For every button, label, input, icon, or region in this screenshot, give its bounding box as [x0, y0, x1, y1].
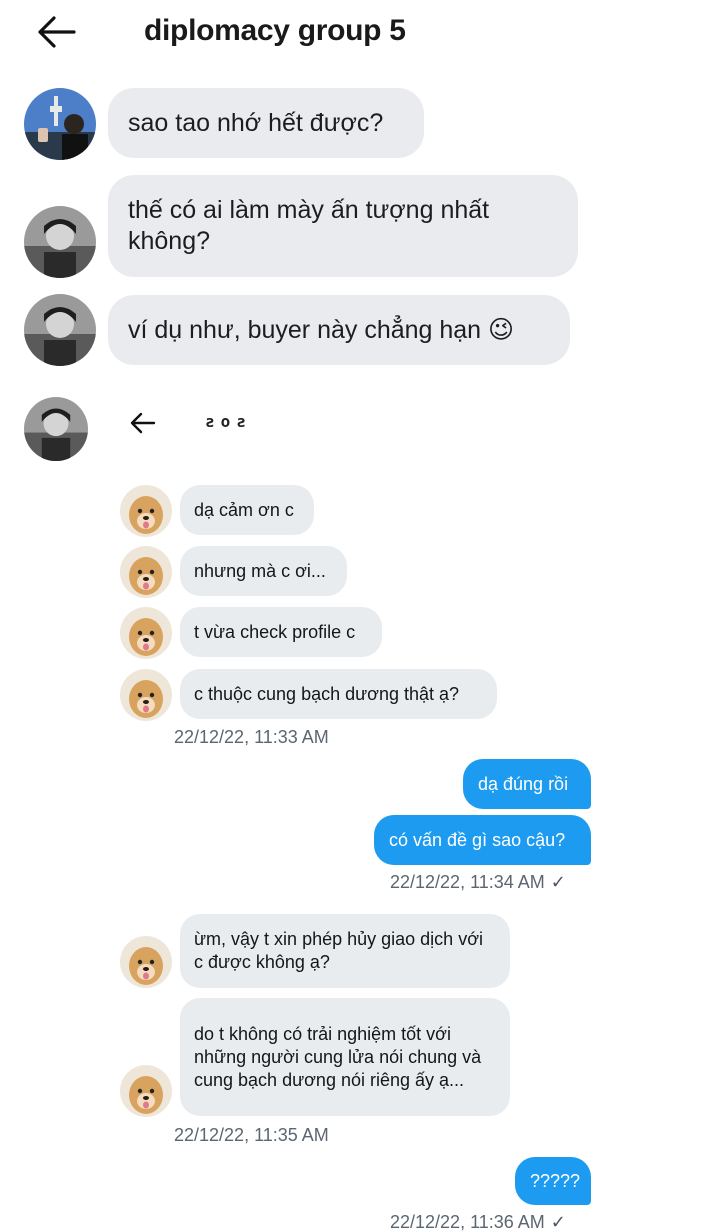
sent-message-bubble: ????? [515, 1157, 591, 1205]
message-bubble: dạ cảm ơn c [180, 485, 314, 535]
message-bubble: nhưng mà c ơi... [180, 546, 347, 596]
read-check-icon: ✓ [550, 872, 566, 892]
message-text: nhưng mà c ơi... [194, 560, 326, 581]
message-bubble: t vừa check profile c [180, 607, 382, 657]
message-text: dạ đúng rồi [478, 773, 569, 794]
back-button[interactable] [34, 12, 78, 52]
dog-avatar [120, 669, 172, 721]
message-text: do t không có trải nghiệm tốt với những … [194, 1023, 482, 1090]
avatar[interactable] [24, 206, 96, 278]
arrow-left-icon [130, 412, 156, 434]
read-check-icon: ✓ [550, 1212, 566, 1232]
dog-avatar [120, 1065, 172, 1117]
message-bubble: ví dụ như, buyer này chẳng hạn 😉 [108, 295, 570, 365]
message-text: ừm, vậy t xin phép hủy giao dịch với c đ… [194, 929, 483, 972]
message-text: thế có ai làm mày ấn tượng nhất không? [128, 196, 490, 255]
message-text: c thuộc cung bạch dương thật ạ? [194, 683, 460, 704]
message-bubble: sao tao nhớ hết được? [108, 88, 424, 158]
timestamp: 22/12/22, 11:33 AM [174, 727, 329, 747]
timestamp-text: 22/12/22, 11:34 AM [390, 872, 545, 892]
timestamp: 22/12/22, 11:36 AM ✓ [390, 1211, 566, 1232]
dog-avatar [120, 546, 172, 598]
message-text: có vấn đề gì sao cậu? [389, 829, 566, 850]
message-text: t vừa check profile c [194, 621, 356, 642]
message-text: dạ cảm ơn c [194, 499, 294, 520]
message-bubble: c thuộc cung bạch dương thật ạ? [180, 669, 497, 719]
chat-title: diplomacy group 5 [144, 14, 406, 47]
sent-message-bubble: dạ đúng rồi [463, 759, 591, 809]
message-text: ????? [530, 1170, 581, 1191]
message-text: sao tao nhớ hết được? [128, 108, 384, 137]
dog-avatar [120, 607, 172, 659]
message-bubble: do t không có trải nghiệm tốt với những … [180, 998, 510, 1116]
message-bubble: ừm, vậy t xin phép hủy giao dịch với c đ… [180, 914, 510, 988]
dog-avatar [120, 485, 172, 537]
timestamp: 22/12/22, 11:34 AM ✓ [390, 871, 566, 893]
avatar[interactable] [24, 397, 88, 461]
timestamp-text: 22/12/22, 11:36 AM [390, 1212, 545, 1232]
embedded-back-button [128, 408, 158, 438]
message-text: ví dụ như, buyer này chẳng hạn 😉 [128, 315, 515, 344]
sent-message-bubble: có vấn đề gì sao cậu? [374, 815, 591, 865]
dog-avatar [120, 936, 172, 988]
message-bubble: thế có ai làm mày ấn tượng nhất không? [108, 175, 578, 277]
timestamp: 22/12/22, 11:35 AM [174, 1125, 329, 1145]
avatar[interactable] [24, 294, 96, 366]
avatar[interactable] [24, 88, 96, 160]
embedded-chat-title: ƨoƨ [205, 412, 252, 431]
arrow-left-icon [38, 16, 76, 48]
